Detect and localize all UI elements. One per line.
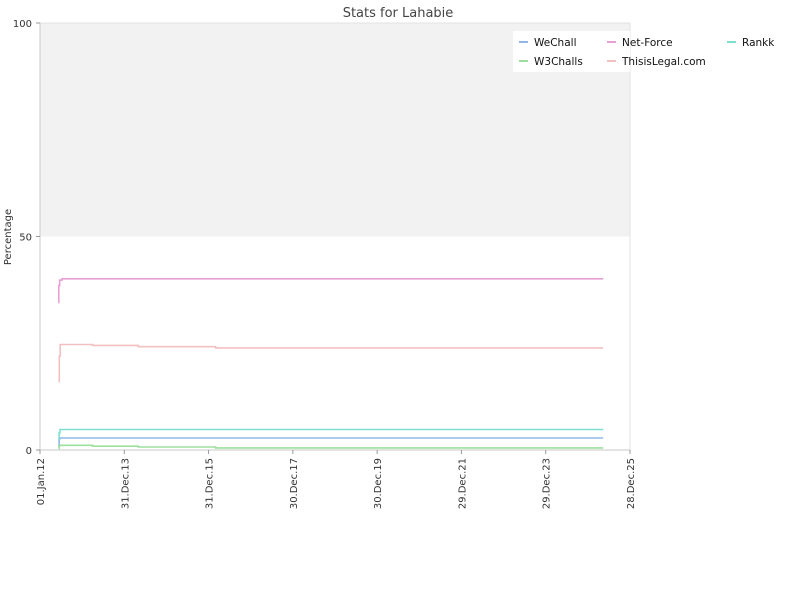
x-tick-label: 30.Dec.17: [289, 458, 300, 509]
line-chart: Stats for Lahabie Percentage 0 50 100 01.Ja…: [3, 6, 775, 509]
y-tick-label: 50: [19, 233, 32, 244]
legend-label: WeChall: [534, 37, 576, 49]
x-tick-label: 28.Dec.25: [626, 458, 637, 509]
legend: WeChall W3Challs Net-Force ThisisLegal.com R…: [513, 31, 775, 72]
x-tick-label: 29.Dec.21: [457, 458, 468, 509]
legend-label: Rankk: [742, 37, 775, 49]
x-tick-label: 29.Dec.23: [542, 458, 553, 509]
legend-label: ThisisLegal.com: [621, 56, 706, 68]
legend-label: W3Challs: [534, 56, 583, 68]
x-tick-label: 01.Jan.12: [36, 458, 47, 505]
legend-item-thisislegal-com: ThisisLegal.com: [607, 56, 706, 68]
plot-area: 0 50 100 01.Jan.12 31.Dec.13 31.Dec.15 30.Dec.…: [13, 19, 637, 509]
y-tick-label: 100: [13, 19, 32, 30]
x-tick-label: 31.Dec.13: [120, 458, 131, 509]
y-tick-label: 0: [26, 446, 32, 457]
x-tick-label: 30.Dec.19: [373, 458, 384, 509]
x-tick-label: 31.Dec.15: [205, 458, 216, 509]
legend-item-rankk: Rankk: [727, 37, 775, 49]
chart-title: Stats for Lahabie: [343, 6, 454, 21]
y-axis-label: Percentage: [3, 209, 14, 265]
legend-label: Net-Force: [622, 37, 673, 49]
